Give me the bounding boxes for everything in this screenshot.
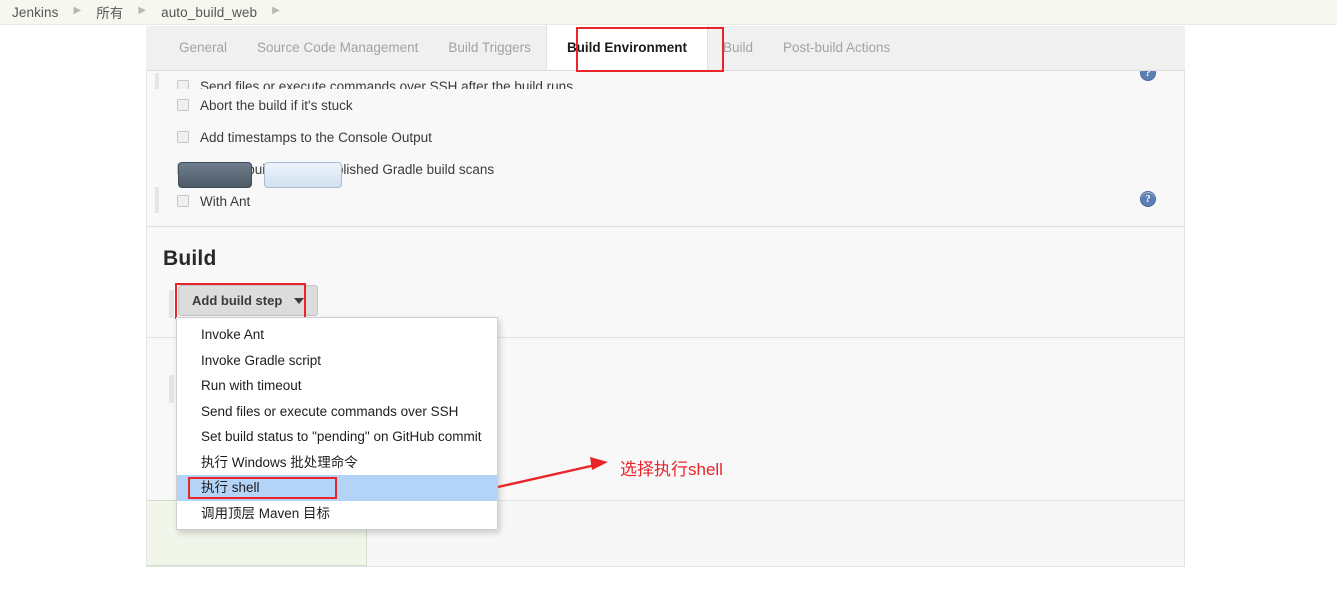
breadcrumb-separator-icon: ▶ (73, 5, 82, 16)
option-label: Add timestamps to the Console Output (200, 129, 432, 145)
tab-build-triggers[interactable]: Build Triggers (433, 26, 546, 70)
drag-handle-icon (155, 73, 159, 89)
menu-item-windows-batch-command[interactable]: 执行 Windows 批处理命令 (177, 450, 497, 476)
checkbox-abort-if-stuck[interactable] (177, 99, 189, 111)
checkbox-add-timestamps[interactable] (177, 131, 189, 143)
menu-item-invoke-top-level-maven[interactable]: 调用顶层 Maven 目标 (177, 501, 497, 527)
menu-item-run-with-timeout[interactable]: Run with timeout (177, 373, 497, 399)
annotation-note: 选择执行shell (620, 460, 723, 479)
add-build-step-menu: Invoke Ant Invoke Gradle script Run with… (176, 317, 498, 530)
breadcrumb: Jenkins ▶ 所有 ▶ auto_build_web ▶ (0, 0, 1337, 25)
menu-item-invoke-ant[interactable]: Invoke Ant (177, 322, 497, 348)
option-row[interactable]: Add timestamps to the Console Output (147, 121, 1184, 153)
breadcrumb-item-jenkins[interactable]: Jenkins (10, 5, 60, 20)
help-icon[interactable]: ? (1140, 191, 1156, 207)
option-label: Send files or execute commands over SSH … (200, 79, 573, 89)
tab-general[interactable]: General (164, 26, 242, 70)
help-icon[interactable]: ? (1140, 71, 1156, 81)
drag-handle-icon (169, 290, 174, 318)
tab-build[interactable]: Build (708, 26, 768, 70)
tab-build-environment[interactable]: Build Environment (545, 25, 708, 70)
tab-source-code-management[interactable]: Source Code Management (242, 26, 433, 70)
add-build-step-button[interactable]: Add build step (178, 285, 319, 316)
option-row[interactable]: Abort the build if it's stuck (147, 89, 1184, 121)
page-title-build: Build (163, 247, 217, 270)
apply-button[interactable] (264, 162, 342, 188)
add-build-step-label: Add build step (192, 293, 283, 308)
checkbox-with-ant[interactable] (177, 195, 189, 207)
drag-handle-icon (155, 187, 159, 213)
drag-handle-icon (169, 375, 174, 403)
section-divider (147, 226, 1184, 227)
menu-item-execute-shell[interactable]: 执行 shell (177, 475, 497, 501)
page-root: Jenkins ▶ 所有 ▶ auto_build_web ▶ General … (0, 0, 1337, 609)
config-tab-bar: General Source Code Management Build Tri… (146, 25, 1185, 71)
menu-item-invoke-gradle-script[interactable]: Invoke Gradle script (177, 348, 497, 374)
build-environment-options: Send files or execute commands over SSH … (147, 71, 1184, 217)
save-button[interactable] (178, 162, 252, 188)
breadcrumb-separator-icon: ▶ (138, 5, 147, 16)
tab-post-build-actions[interactable]: Post-build Actions (768, 26, 905, 70)
breadcrumb-item-all[interactable]: 所有 (94, 2, 125, 22)
breadcrumb-item-project[interactable]: auto_build_web (159, 5, 259, 20)
option-row[interactable]: Send files or execute commands over SSH … (147, 71, 1184, 89)
option-label: With Ant (200, 193, 251, 209)
option-row[interactable]: With Ant ? (147, 185, 1184, 217)
checkbox-send-files-ssh[interactable] (177, 80, 189, 89)
option-label: Abort the build if it's stuck (200, 97, 353, 113)
menu-item-send-files-ssh[interactable]: Send files or execute commands over SSH (177, 399, 497, 425)
chevron-down-icon (294, 297, 305, 304)
breadcrumb-separator-icon: ▶ (272, 5, 280, 16)
menu-item-set-build-status-github[interactable]: Set build status to "pending" on GitHub … (177, 424, 497, 450)
